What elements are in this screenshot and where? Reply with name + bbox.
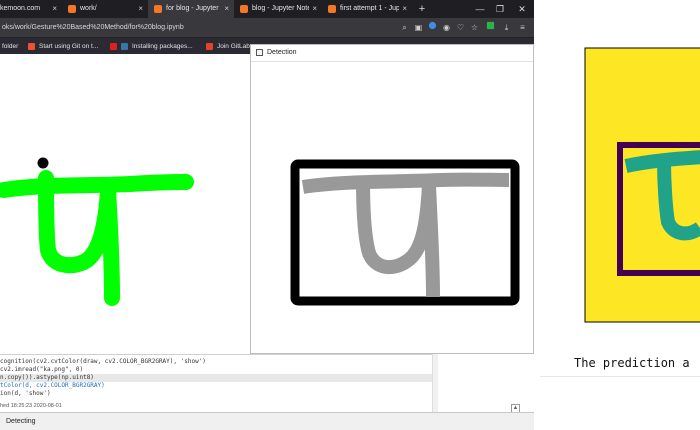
url-input[interactable]: oks/work/Gesture%20Based%20Method/for%20… — [2, 18, 184, 37]
code-line: tColor(d, cv2.COLOR_BGR2GRAY) — [0, 382, 105, 389]
tab-label: blog - Jupyter Note — [252, 5, 310, 12]
window-icon — [256, 49, 263, 56]
detection-image — [290, 159, 520, 306]
plot-image-background — [584, 47, 700, 323]
bookmark-label: Installing packages... — [132, 43, 193, 50]
new-tab-button[interactable]: + — [412, 0, 432, 18]
gitlab-icon — [206, 43, 213, 50]
address-bar: oks/work/Gesture%20Based%20Method/for%20… — [0, 18, 534, 37]
extension-icon[interactable] — [484, 21, 497, 34]
close-window-button[interactable]: ✕ — [512, 0, 532, 18]
jupyter-icon — [240, 5, 248, 13]
tab-kemoon[interactable]: kemoon.com × — [0, 0, 62, 18]
bookmark-label: folder — [2, 43, 19, 50]
screen: kemoon.com × work/ × for blog - Jupyter … — [0, 0, 700, 430]
restore-button[interactable]: ❐ — [490, 0, 510, 18]
drawn-stroke-stem — [100, 182, 120, 306]
tab-bar: kemoon.com × work/ × for blog - Jupyter … — [0, 0, 534, 18]
cursor-dot — [37, 157, 49, 169]
close-icon[interactable]: × — [402, 0, 407, 18]
python-icon — [121, 43, 128, 50]
code-cell[interactable]: cognition(cv2.cvtColor(draw, cv2.COLOR_B… — [0, 354, 438, 412]
code-line: cv2.imread("ka.png", 0) — [0, 366, 84, 373]
bookmark-git[interactable]: Start using Git on t... — [28, 38, 98, 55]
tab-label: for blog - Jupyter N — [166, 5, 222, 12]
tab-label: kemoon.com — [0, 5, 41, 12]
close-icon[interactable]: × — [312, 0, 317, 18]
bookmark-folder[interactable]: folder — [2, 38, 18, 55]
close-icon[interactable]: × — [138, 0, 143, 18]
heart-icon[interactable]: ♡ — [454, 21, 467, 34]
code-line: cognition(cv2.cvtColor(draw, cv2.COLOR_B… — [0, 358, 206, 365]
shield-icon[interactable] — [426, 21, 439, 34]
screenshot-icon[interactable]: ▣ — [412, 21, 425, 34]
tab-first-attempt[interactable]: first attempt 1 - Jupy × — [322, 0, 412, 18]
drawing-canvas[interactable] — [0, 54, 250, 358]
window-titlebar[interactable]: Detection — [251, 45, 533, 62]
git-icon — [28, 43, 35, 50]
detection-window[interactable]: Detection — [250, 44, 534, 354]
jupyter-icon — [154, 5, 162, 13]
menu-icon[interactable]: ≡ — [516, 21, 529, 34]
bookmark-python[interactable]: Installing packages... — [110, 38, 193, 55]
search-icon[interactable]: ⌕ — [398, 21, 411, 34]
jupyter-icon — [68, 5, 76, 13]
tab-blog[interactable]: blog - Jupyter Note × — [234, 0, 322, 18]
tab-for-blog[interactable]: for blog - Jupyter N × — [148, 0, 234, 18]
prediction-text: The prediction a — [574, 356, 690, 370]
bookmark-icon[interactable]: ☆ — [468, 21, 481, 34]
output-divider — [540, 376, 700, 377]
youtube-icon — [110, 43, 117, 50]
code-line: n.copy()).astype(np.uint8) — [0, 374, 432, 382]
gesture-drawing — [0, 157, 194, 306]
window-title: Detection — [267, 49, 297, 56]
gray-stroke-top — [301, 172, 510, 194]
tab-label: work/ — [80, 5, 97, 12]
download-icon[interactable]: ⤓ — [500, 21, 513, 34]
bookmark-label: Start using Git on t... — [39, 43, 99, 50]
gray-stroke-stem — [422, 184, 440, 298]
tab-work[interactable]: work/ × — [62, 0, 148, 18]
execution-time: hed 18:25:23 2020-08-01 — [0, 403, 62, 409]
scrollbar[interactable] — [432, 354, 438, 412]
code-line: ion(d, 'show') — [0, 390, 51, 397]
minimize-button[interactable]: — — [470, 0, 490, 18]
tab-label: first attempt 1 - Jupy — [340, 5, 400, 12]
bookmark-label: Join GitLab — [217, 43, 250, 50]
status-text: Detecting — [6, 418, 36, 425]
jupyter-icon — [328, 5, 336, 13]
status-bar: Detecting — [0, 412, 534, 430]
eye-icon[interactable]: ◉ — [440, 21, 453, 34]
bookmark-gitlab[interactable]: Join GitLab — [206, 38, 250, 55]
close-icon[interactable]: × — [224, 0, 229, 18]
drawn-stroke-top — [0, 174, 194, 198]
close-icon[interactable]: × — [52, 0, 57, 18]
